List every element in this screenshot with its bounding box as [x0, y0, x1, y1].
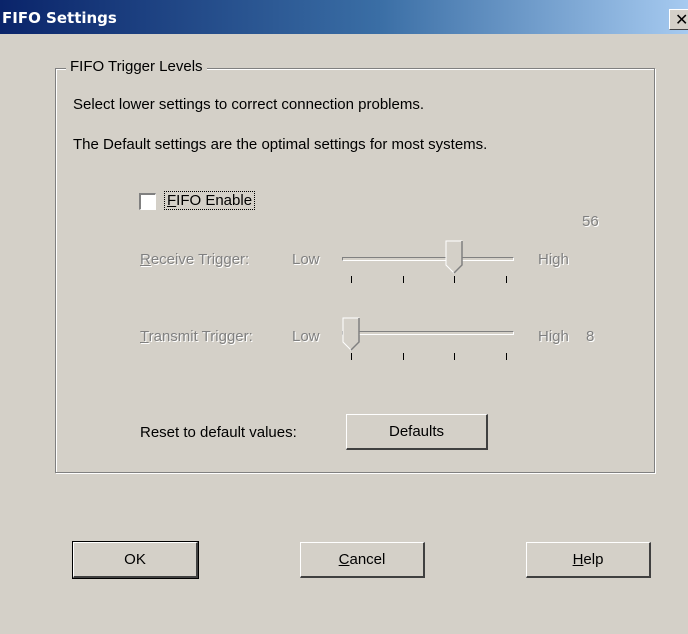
- receive-trigger-label: Receive Trigger:: [140, 251, 250, 268]
- transmit-tick: [506, 353, 507, 360]
- receive-tick: [506, 276, 507, 283]
- receive-high-label: High: [538, 251, 569, 268]
- reset-label: Reset to default values:: [140, 424, 297, 441]
- transmit-trigger-label: Transmit Trigger:: [140, 328, 253, 345]
- close-icon: ✕: [675, 10, 688, 29]
- receive-tick: [351, 276, 352, 283]
- receive-tick: [454, 276, 455, 283]
- help-button[interactable]: Help: [526, 542, 651, 578]
- transmit-high-label: High: [538, 328, 569, 345]
- transmit-low-label: Low: [292, 328, 320, 345]
- transmit-slider-track: [342, 331, 514, 335]
- description-line-1: Select lower settings to correct connect…: [73, 96, 424, 113]
- transmit-tick: [351, 353, 352, 360]
- close-button[interactable]: ✕: [669, 9, 688, 30]
- receive-trigger-value: 56: [582, 213, 599, 230]
- description-line-2: The Default settings are the optimal set…: [73, 136, 488, 153]
- slider-thumb-icon[interactable]: [342, 317, 360, 351]
- cancel-button[interactable]: Cancel: [300, 542, 425, 578]
- fifo-trigger-group: [55, 68, 655, 473]
- ok-button[interactable]: OK: [72, 541, 199, 579]
- transmit-trigger-value: 8: [586, 328, 595, 345]
- fifo-enable-label[interactable]: FIFO Enable: [163, 191, 256, 210]
- transmit-tick: [454, 353, 455, 360]
- transmit-tick: [403, 353, 404, 360]
- receive-low-label: Low: [292, 251, 320, 268]
- title-bar: FIFO Settings ✕: [0, 0, 688, 34]
- slider-thumb-icon[interactable]: [445, 240, 463, 274]
- receive-slider-track: [342, 257, 514, 261]
- fifo-enable-checkbox[interactable]: [139, 193, 156, 210]
- receive-tick: [403, 276, 404, 283]
- defaults-button[interactable]: Defaults: [346, 414, 488, 450]
- window-title: FIFO Settings: [2, 9, 117, 27]
- group-title: FIFO Trigger Levels: [66, 58, 207, 75]
